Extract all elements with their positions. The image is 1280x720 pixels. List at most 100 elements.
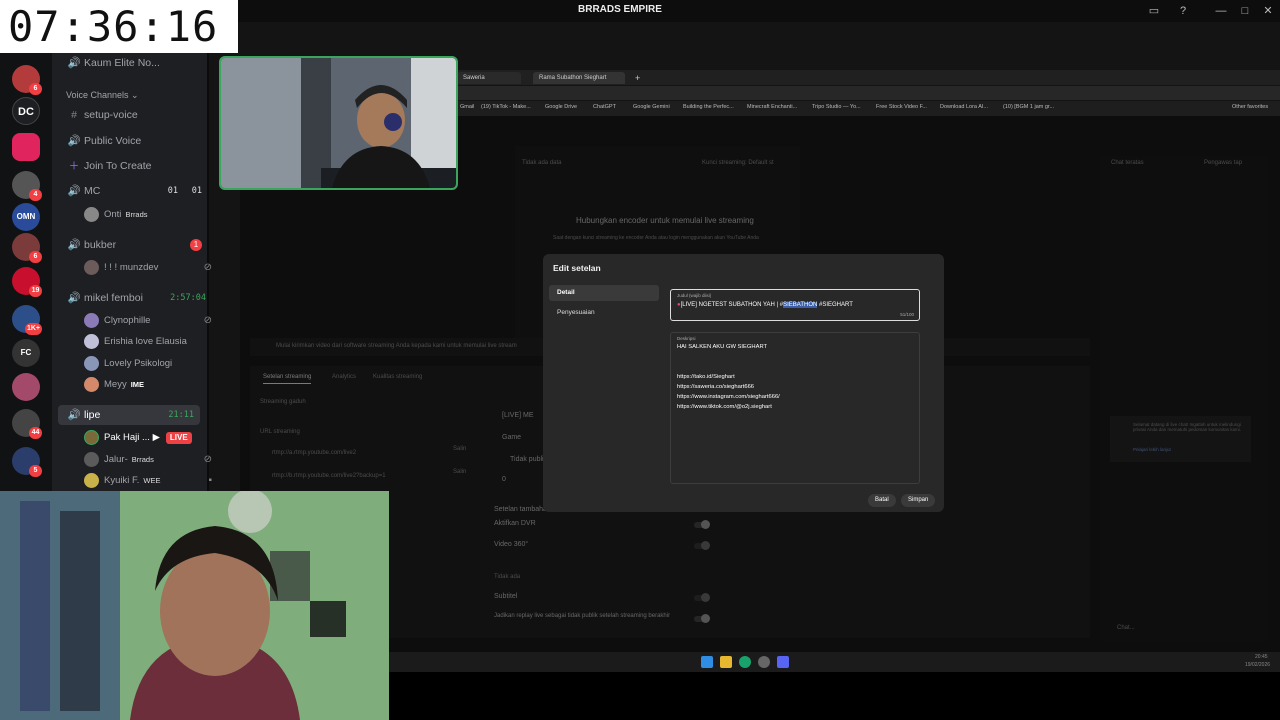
- camera-icon: ▪: [208, 475, 212, 486]
- plus-icon: ＋: [68, 160, 80, 172]
- avatar: [84, 429, 99, 445]
- voice-channel-mc[interactable]: 🔊 MC 01 01: [64, 181, 202, 201]
- server-icon[interactable]: OMN: [12, 203, 40, 231]
- speaker-icon: 🔊: [67, 292, 81, 304]
- discord-icon[interactable]: [777, 656, 789, 668]
- edit-settings-dialog: Edit setelan Detail Penyesuaian Judul (w…: [543, 254, 944, 512]
- avatar: [84, 355, 99, 371]
- title-selection: SIEBATHON: [783, 302, 818, 308]
- taskbar-time: 20:45: [1255, 654, 1268, 660]
- hash-icon: #: [71, 109, 77, 121]
- bookmark-item[interactable]: (19) TikTok - Make...: [481, 104, 531, 110]
- bookmark-item[interactable]: ChatGPT: [593, 104, 616, 110]
- text-channel[interactable]: # setup-voice: [64, 105, 138, 125]
- muted-icon: ⊘: [203, 262, 212, 273]
- bookmark-item[interactable]: Google Drive: [545, 104, 577, 110]
- server-icon[interactable]: 1K+: [12, 305, 42, 335]
- bookmark-item[interactable]: Gmail: [460, 104, 474, 110]
- voice-user[interactable]: ! ! ! munzdev ⊘: [84, 259, 212, 277]
- window-title: BRRADS EMPIRE: [578, 4, 662, 15]
- voice-user[interactable]: Onti Brrads: [84, 206, 148, 224]
- voice-channel[interactable]: ＋ Join To Create: [64, 156, 152, 176]
- maximize-icon[interactable]: □: [1237, 3, 1253, 19]
- taskbar-date: 19/02/2026: [1245, 662, 1271, 668]
- muted-icon: ⊘: [203, 454, 212, 465]
- new-tab-icon[interactable]: +: [629, 72, 640, 84]
- bookmarks-bar: Gmail (19) TikTok - Make... Google Drive…: [457, 101, 1280, 116]
- description-line: https://saweria.co/sieghart666: [677, 384, 755, 390]
- voice-channel-mikel[interactable]: 🔊 mikel femboi 2:57:04: [64, 288, 206, 308]
- speaker-icon: 🔊: [67, 239, 81, 251]
- avatar: [84, 333, 99, 349]
- server-icon[interactable]: DC: [12, 97, 40, 125]
- description-line: https://www.instagram.com/sieghart666/: [677, 394, 780, 400]
- avatar: [84, 259, 99, 275]
- settings-icon[interactable]: [758, 656, 770, 668]
- browser-address-bar[interactable]: [457, 86, 1280, 100]
- server-icon[interactable]: 5: [12, 447, 42, 477]
- cancel-button[interactable]: Batal: [868, 494, 896, 507]
- clock-overlay: 07:36:16: [0, 0, 238, 53]
- nav-detail[interactable]: Detail: [549, 285, 659, 301]
- minimize-icon[interactable]: —: [1213, 3, 1229, 19]
- title-field-value: ●[LIVE] NGETEST SUBATHON YAH | #SIEBATHO…: [677, 302, 853, 308]
- server-icon[interactable]: [12, 373, 40, 401]
- bookmark-item[interactable]: Google Gemini: [633, 104, 670, 110]
- help-icon[interactable]: ?: [1175, 3, 1191, 19]
- voice-channel[interactable]: 🔊 Public Voice: [64, 131, 141, 151]
- server-icon[interactable]: 19: [12, 267, 42, 297]
- voice-user[interactable]: Jalur- Brrads ⊘: [84, 451, 212, 469]
- server-icon[interactable]: 6: [12, 233, 42, 263]
- nav-customization[interactable]: Penyesuaian: [549, 305, 659, 321]
- edge-icon[interactable]: [739, 656, 751, 668]
- empty-area: [389, 672, 1280, 720]
- server-icon[interactable]: 4: [12, 171, 42, 201]
- stream-screen: BRRADS EMPIRE ▭ ? — □ ✕ Saweria Rama Sub…: [0, 0, 1280, 720]
- dialog-title: Edit setelan: [553, 263, 601, 273]
- facecam-image: [0, 491, 389, 720]
- screen-icon[interactable]: ▭: [1146, 3, 1162, 19]
- voice-user[interactable]: Meyy IME: [84, 376, 144, 394]
- camera-icon: ▶: [152, 432, 160, 443]
- voice-user[interactable]: Clynophille ⊘: [84, 312, 212, 330]
- title-char-count: 51/100: [900, 312, 914, 317]
- bookmark-item[interactable]: Other favorites: [1232, 104, 1268, 110]
- voice-user[interactable]: Pak Haji ... ▶ LIVE: [84, 429, 192, 447]
- webcam-feed-facecam: [0, 491, 389, 720]
- server-icon[interactable]: 44: [12, 409, 42, 439]
- avatar: [84, 472, 99, 488]
- discord-server-list: 6 DC 4 OMN 6 19 1K+ FC 44 5: [0, 53, 52, 493]
- speaker-icon: 🔊: [67, 135, 81, 147]
- webcam-image: [221, 58, 456, 188]
- bookmark-item[interactable]: Minecraft Enchanti...: [747, 104, 797, 110]
- save-button[interactable]: Simpan: [901, 494, 936, 507]
- bookmark-item[interactable]: (10) [BGM 1 jam gr...: [1003, 104, 1054, 110]
- bookmark-item[interactable]: Download Lora AI...: [940, 104, 988, 110]
- title-field-label: Judul (wajib diisi): [677, 293, 712, 298]
- window-titlebar: BRRADS EMPIRE ▭ ? — □ ✕: [238, 0, 1280, 22]
- voice-user[interactable]: Kyuiki F. WEE ▪: [84, 472, 212, 490]
- browser-tab[interactable]: Saweria: [457, 72, 521, 84]
- server-icon[interactable]: [12, 133, 40, 161]
- start-icon[interactable]: [701, 656, 713, 668]
- browser-tab-active[interactable]: Rama Subathon Sieghart: [533, 72, 625, 84]
- browser-tabstrip: Saweria Rama Subathon Sieghart +: [457, 70, 1280, 85]
- server-icon[interactable]: 6: [12, 65, 42, 95]
- bookmark-item[interactable]: Building the Perfec...: [683, 104, 734, 110]
- bookmark-item[interactable]: Tripo Studio — Yo...: [812, 104, 861, 110]
- close-icon[interactable]: ✕: [1260, 3, 1276, 19]
- windows-taskbar: 20:45 19/02/2026: [389, 652, 1280, 672]
- voice-channel-bukber[interactable]: 🔊 bukber 1: [64, 235, 202, 255]
- server-icon[interactable]: FC: [12, 339, 40, 367]
- voice-channel-lipe[interactable]: 🔊 lipe 21:11: [58, 405, 200, 425]
- file-explorer-icon[interactable]: [720, 656, 732, 668]
- voice-user[interactable]: Erishia love Elausia: [84, 333, 187, 351]
- bookmark-item[interactable]: Free Stock Video F...: [876, 104, 927, 110]
- live-badge: LIVE: [165, 432, 192, 444]
- category-voice-channels[interactable]: Voice Channels ⌄: [66, 85, 139, 105]
- title-field[interactable]: Judul (wajib diisi) ●[LIVE] NGETEST SUBA…: [670, 289, 920, 321]
- description-label: Deskripsi: [677, 336, 696, 341]
- voice-user[interactable]: Lovely Psikologi: [84, 355, 172, 373]
- voice-channel[interactable]: 🔊 Kaum Elite No...: [64, 53, 159, 73]
- description-field[interactable]: Deskripsi HAI SALKEN AKU GW SIEGHART htt…: [670, 332, 920, 484]
